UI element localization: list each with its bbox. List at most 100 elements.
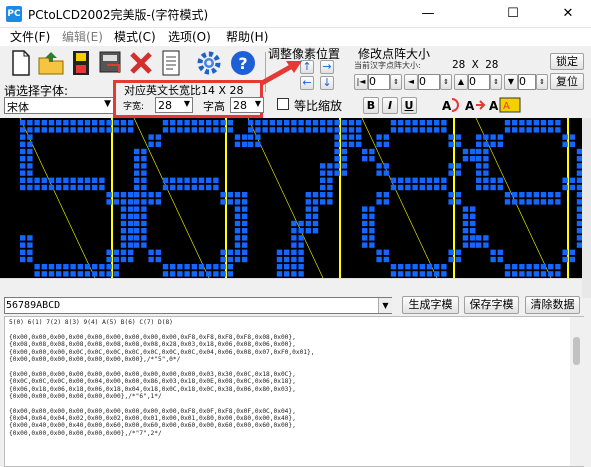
spin-left-value[interactable]: 0 [368, 74, 390, 90]
lcd-pixel [519, 120, 525, 126]
lcd-pixel [426, 184, 433, 191]
grow-left-button[interactable]: ◄ [404, 74, 418, 90]
lcd-pixel [63, 271, 69, 277]
lcd-pixel [448, 163, 454, 169]
lcd-pixel [220, 271, 226, 277]
lcd-pixel [291, 242, 297, 248]
menu-edit[interactable]: 编辑(E) [60, 29, 105, 45]
lcd-pixel [312, 199, 319, 205]
lcd-pixel [455, 134, 461, 140]
lcd-pixel [77, 264, 83, 270]
spin-bottom-arrows[interactable]: ⇕ [536, 74, 548, 90]
lcd-pixel [390, 264, 397, 270]
close-button[interactable]: ✕ [545, 0, 591, 28]
lcd-pixel [34, 127, 40, 133]
height-select[interactable]: 28 ▼ [230, 97, 264, 113]
lock-button[interactable]: 锁定 [550, 53, 584, 70]
menu-options[interactable]: 选项(O) [166, 29, 213, 45]
lcd-pixel [213, 271, 219, 277]
menu-mode[interactable]: 模式(C) [112, 29, 158, 45]
settings-gear-icon[interactable] [194, 48, 224, 78]
lcd-pixel [312, 127, 319, 133]
underline-button[interactable]: U [401, 97, 417, 114]
lcd-pixel [134, 192, 140, 198]
delete-icon[interactable] [126, 48, 156, 78]
lcd-pixel [504, 127, 511, 133]
move-down-button[interactable]: ↓ [320, 76, 334, 90]
spin-bottom-value[interactable]: 0 [518, 74, 536, 90]
menu-file[interactable]: 文件(F) [8, 29, 52, 45]
spin-left-arrows[interactable]: ⇕ [390, 74, 402, 90]
clear-button[interactable]: 清除数据 [525, 296, 580, 314]
open-folder-icon[interactable] [36, 48, 66, 78]
scale-checkbox[interactable] [277, 98, 289, 110]
font-select[interactable]: 宋体 ▼ [4, 97, 114, 114]
output-scrollbar[interactable] [570, 317, 584, 466]
lcd-pixel [562, 141, 568, 147]
lcd-pixel [320, 170, 326, 176]
lcd-preview[interactable] [0, 118, 582, 278]
lcd-pixel [497, 177, 503, 183]
lcd-pixel [191, 127, 197, 133]
lcd-pixel [483, 235, 489, 241]
minimize-button[interactable]: — [405, 0, 451, 28]
mirror-horizontal-icon[interactable]: A [464, 95, 486, 115]
lcd-pixel [426, 271, 433, 277]
output-line: {0x00,0x00,0x00,0x00,0x00,0x00,0x00,0x00… [9, 333, 296, 341]
text-input[interactable]: 56789ABCD [4, 297, 392, 314]
lcd-pixel [56, 264, 62, 270]
mirror-vertical-icon[interactable]: AA [488, 95, 522, 115]
help-icon[interactable]: ? [228, 48, 258, 78]
output-textarea[interactable]: 5(0) 6(1) 7(2) 8(3) 9(4) A(5) B(6) C(7) … [4, 316, 584, 467]
menu-help[interactable]: 帮助(H) [224, 29, 270, 45]
bold-button[interactable]: B [363, 97, 379, 114]
save-as-image-icon[interactable] [96, 48, 126, 78]
lcd-pixel [234, 134, 241, 140]
new-file-icon[interactable] [6, 48, 36, 78]
generate-button[interactable]: 生成字模 [402, 296, 459, 314]
shrink-bottom-button[interactable]: ▼ [504, 74, 518, 90]
lcd-pixel [305, 192, 311, 198]
lcd-pixel [148, 141, 154, 147]
lcd-pixel [141, 199, 147, 205]
lcd-pixel [376, 249, 382, 255]
output-line: {0x0C,0x0C,0x0C,0x00,0x04,0x00,0x00,0x86… [9, 378, 296, 386]
maximize-button[interactable]: ☐ [490, 0, 536, 28]
lcd-pixel [242, 235, 248, 241]
document-icon[interactable] [156, 48, 186, 78]
lcd-pixel [455, 249, 461, 255]
output-scroll-thumb[interactable] [573, 337, 580, 365]
lcd-pixel [320, 127, 326, 133]
italic-button[interactable]: I [382, 97, 398, 114]
spin-top-arrows[interactable]: ⇕ [440, 74, 452, 90]
spin-right-arrows[interactable]: ⇕ [490, 74, 502, 90]
lcd-pixel [548, 199, 554, 205]
width-select[interactable]: 28 ▼ [155, 97, 193, 113]
lcd-pixel [462, 220, 469, 227]
shrink-left-button[interactable]: |◄ [354, 74, 368, 90]
save-icon[interactable] [66, 48, 96, 78]
lcd-pixel [470, 213, 476, 219]
shrink-top-button[interactable]: ▲ [454, 74, 468, 90]
lcd-pixel [569, 177, 575, 183]
chevron-down-icon[interactable]: ▼ [378, 298, 392, 313]
lcd-pixel [305, 220, 311, 227]
lcd-pixel [284, 256, 290, 263]
lcd-pixel [99, 264, 105, 270]
display-hscrollbar[interactable] [0, 278, 582, 292]
lcd-pixel [512, 127, 518, 133]
rotate-icon[interactable]: A [440, 95, 462, 115]
spin-top-value[interactable]: 0 [418, 74, 440, 90]
move-right-button[interactable]: → [320, 60, 334, 74]
spin-right-value[interactable]: 0 [468, 74, 490, 90]
lcd-pixel [405, 177, 411, 183]
lcd-pixel [462, 156, 469, 162]
lcd-pixel [27, 120, 33, 126]
lcd-pixel [41, 177, 47, 183]
save-font-button[interactable]: 保存字模 [464, 296, 519, 314]
lcd-pixel [334, 148, 340, 155]
lcd-pixel [141, 235, 147, 241]
lcd-pixel [434, 120, 440, 126]
lcd-pixel [141, 177, 147, 183]
reset-button[interactable]: 复位 [550, 73, 584, 90]
